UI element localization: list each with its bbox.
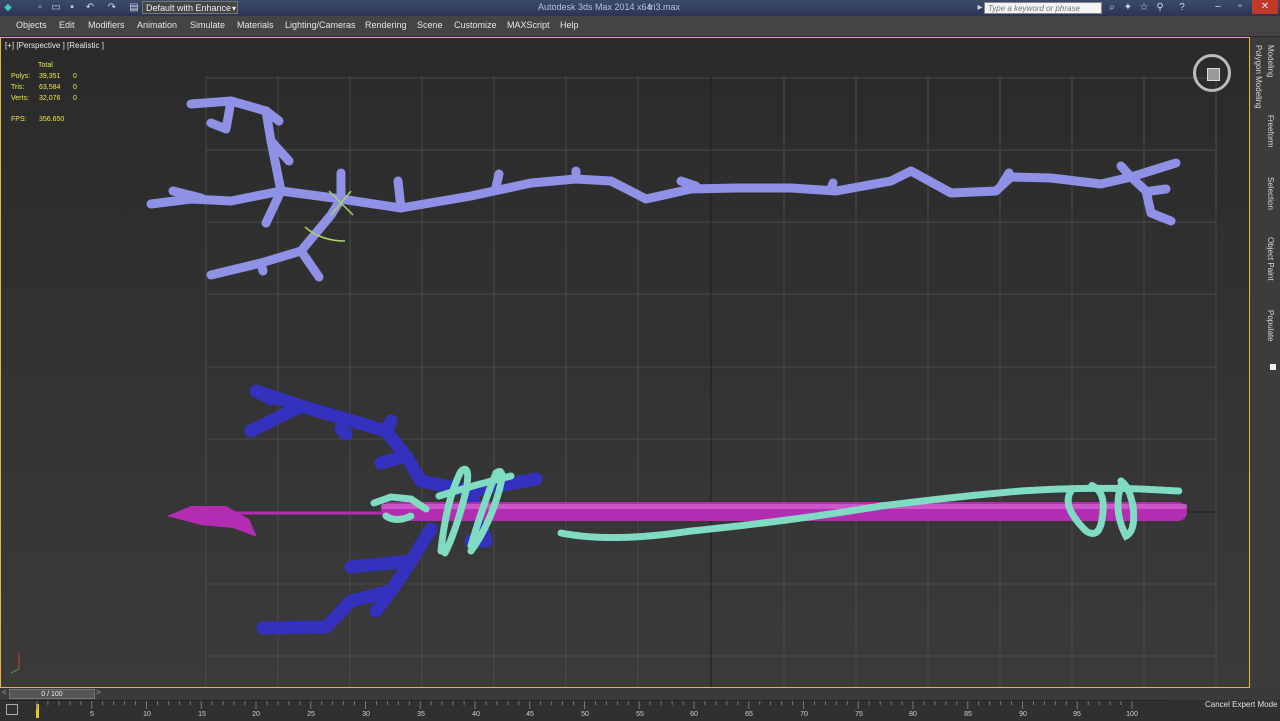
tick-label: 40: [472, 711, 480, 718]
stats-fps-row: FPS: 356.650: [11, 114, 77, 125]
binoculars-icon[interactable]: ⌕: [1106, 2, 1118, 14]
stats-tris-label: Tris:: [11, 84, 25, 91]
tick-label: 20: [252, 711, 260, 718]
stats-header: Total: [38, 62, 53, 69]
tick-label: 60: [690, 711, 698, 718]
viewport-scene[interactable]: [1, 38, 1250, 688]
new-file-icon[interactable]: ▫: [34, 2, 46, 14]
favorites-star-icon[interactable]: ☆: [1138, 2, 1150, 14]
redo-icon[interactable]: ↷: [106, 2, 118, 14]
track-bar[interactable]: 5 10 15 20 25 30 35 40 45 50 55 60 65 70…: [0, 700, 1170, 721]
next-frame-icon[interactable]: >: [96, 688, 101, 697]
chevron-down-icon: ▾: [231, 4, 236, 13]
menu-objects[interactable]: Objects: [16, 20, 47, 30]
stats-polys-row: Polys: 39,351 0: [11, 71, 77, 82]
tick-label: 50: [581, 711, 589, 718]
tick-label: 25: [307, 711, 315, 718]
cancel-expert-mode-button[interactable]: Cancel Expert Mode: [1205, 700, 1277, 709]
tick-label: 30: [362, 711, 370, 718]
tick-label: 55: [636, 711, 644, 718]
stats-fps-value: 356.650: [39, 116, 65, 123]
stats-verts-row: Verts: 32,076 0: [11, 93, 77, 104]
stats-verts-label: Verts:: [11, 95, 29, 102]
file-name: tri3.max: [648, 2, 681, 12]
axis-tripod-icon: [10, 653, 20, 674]
tick-label: 90: [1019, 711, 1027, 718]
app-logo-icon[interactable]: ◆: [2, 2, 14, 14]
stats-verts-selected: 0: [73, 95, 77, 102]
tick-label: 70: [800, 711, 808, 718]
menu-modifiers[interactable]: Modifiers: [88, 20, 125, 30]
stats-verts-total: 32,076: [39, 95, 61, 102]
minimize-icon[interactable]: –: [1208, 0, 1228, 14]
tick-label: 15: [198, 711, 206, 718]
menu-customize[interactable]: Customize: [454, 20, 497, 30]
title-bar: ◆ ▫ ▭ ▪ ↶ ↷ ▤ Default with Enhance ▾ Aut…: [0, 0, 1280, 17]
panel-toggle-icon[interactable]: [1270, 364, 1276, 370]
menu-rendering[interactable]: Rendering: [365, 20, 407, 30]
tick-label: 45: [526, 711, 534, 718]
track-ruler: [36, 701, 1133, 709]
menu-lighting-cameras[interactable]: Lighting/Cameras: [285, 20, 356, 30]
stats-fps-label: FPS:: [11, 116, 27, 123]
perspective-viewport[interactable]: [+] [Perspective ] [Realistic ] Total Po…: [0, 37, 1250, 688]
stats-polys-label: Polys:: [11, 73, 31, 80]
menu-materials[interactable]: Materials: [237, 20, 274, 30]
time-slider-thumb[interactable]: 0 / 100: [9, 689, 95, 699]
workspace-dropdown[interactable]: Default with Enhance ▾: [142, 1, 238, 14]
tab-object-paint[interactable]: Object Paint: [1266, 237, 1275, 281]
project-folder-icon[interactable]: ▤: [128, 2, 140, 14]
open-file-icon[interactable]: ▭: [50, 2, 62, 14]
save-file-icon[interactable]: ▪: [66, 2, 78, 14]
menu-maxscript[interactable]: MAXScript: [507, 20, 550, 30]
stats-tris-selected: 0: [73, 84, 77, 91]
search-input[interactable]: [984, 2, 1102, 14]
tick-label: 95: [1073, 711, 1081, 718]
light-branch-model: [146, 96, 1181, 282]
tick-label: 35: [417, 711, 425, 718]
tick-label: 65: [745, 711, 753, 718]
menu-simulate[interactable]: Simulate: [190, 20, 225, 30]
stats-tris-total: 63,584: [39, 84, 61, 91]
menu-scene[interactable]: Scene: [417, 20, 443, 30]
maximize-icon[interactable]: ▫: [1230, 0, 1250, 14]
stats-polys-total: 39,351: [39, 73, 61, 80]
menu-help[interactable]: Help: [560, 20, 579, 30]
tick-label: 100: [1126, 711, 1138, 718]
stats-polys-selected: 0: [73, 73, 77, 80]
app-title: Autodesk 3ds Max 2014 x64: [538, 2, 652, 12]
close-icon[interactable]: ✕: [1252, 0, 1278, 14]
tick-label: 80: [909, 711, 917, 718]
ribbon-side-panel: Modeling Polygon Modeling Freeform Selec…: [1250, 37, 1280, 688]
menu-edit[interactable]: Edit: [59, 20, 75, 30]
menu-bar: Objects Edit Modifiers Animation Simulat…: [0, 16, 1280, 37]
tab-populate[interactable]: Populate: [1266, 310, 1275, 342]
tab-freeform[interactable]: Freeform: [1266, 115, 1275, 147]
viewport-statistics: Total Polys: 39,351 0 Tris: 63,584 0 Verts: 3…: [11, 60, 77, 125]
workspace-value: Default with Enhance: [146, 3, 232, 13]
time-slider[interactable]: < 0 / 100 >: [0, 688, 1280, 700]
viewcube-icon[interactable]: [1193, 54, 1231, 92]
tab-modeling[interactable]: Modeling: [1266, 45, 1275, 77]
tab-selection[interactable]: Selection: [1266, 177, 1275, 210]
stats-tris-row: Tris: 63,584 0: [11, 82, 77, 93]
help-icon[interactable]: ?: [1176, 2, 1188, 14]
tick-label: 75: [855, 711, 863, 718]
sign-in-icon[interactable]: ⚲: [1154, 2, 1166, 14]
communication-center-icon[interactable]: ✦: [1122, 2, 1134, 14]
tick-label: 10: [143, 711, 151, 718]
tab-polygon-modeling[interactable]: Polygon Modeling: [1254, 45, 1263, 109]
menu-animation[interactable]: Animation: [137, 20, 177, 30]
tick-label: 85: [964, 711, 972, 718]
tick-label: 5: [90, 711, 94, 718]
undo-icon[interactable]: ↶: [84, 2, 96, 14]
previous-frame-icon[interactable]: <: [2, 688, 7, 697]
viewport-label[interactable]: [+] [Perspective ] [Realistic ]: [5, 41, 104, 50]
